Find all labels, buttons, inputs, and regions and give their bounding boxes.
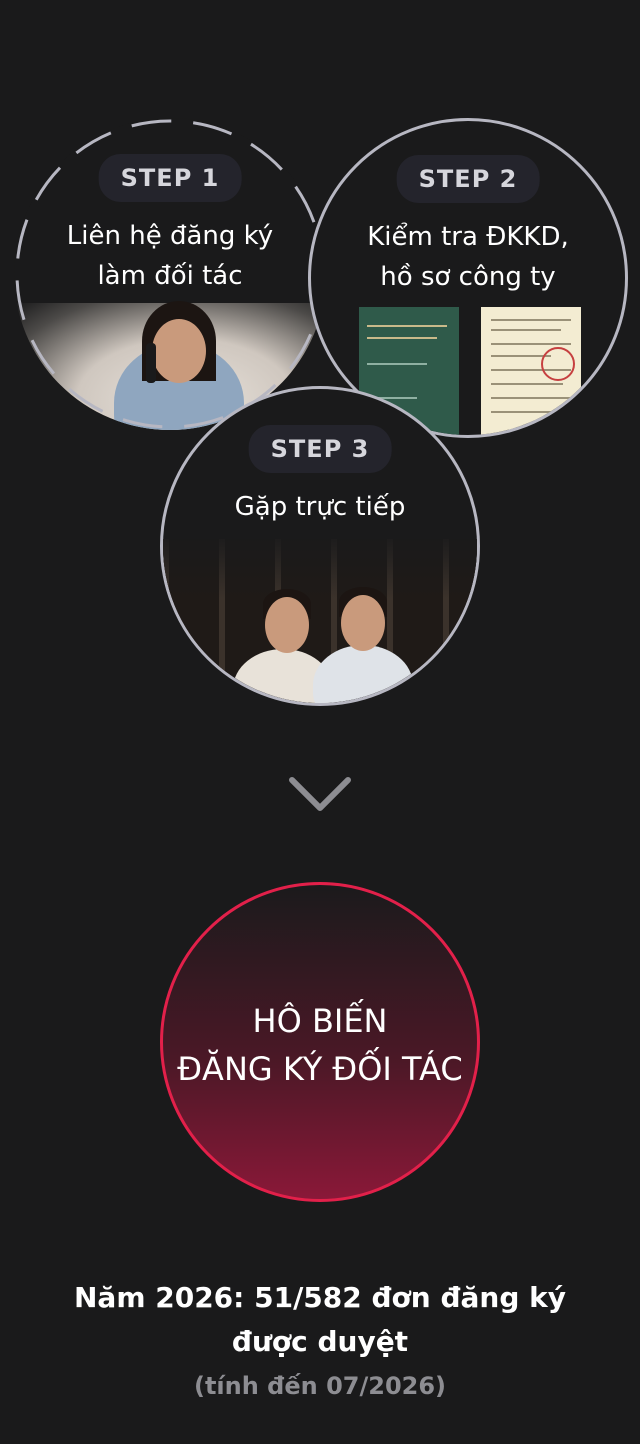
chevron-down-icon [289, 777, 351, 811]
register-partner-button[interactable]: HÔ BIẾN ĐĂNG KÝ ĐỐI TÁC [160, 882, 480, 1202]
person-right-shirt [313, 645, 413, 703]
step-2-title-line2: hồ sơ công ty [380, 262, 556, 292]
summary-note: (tính đến 07/2026) [193, 1372, 447, 1400]
step-3-card: STEP 3 Gặp trực tiếp [160, 386, 480, 706]
person-face [152, 319, 206, 383]
step-3-title: Gặp trực tiếp [234, 492, 406, 522]
step-2-title-line1: Kiểm tra ĐKKD, [367, 222, 569, 252]
person-right-face [341, 595, 385, 651]
step-2-title: Kiểm tra ĐKKD, hồ sơ công ty [311, 217, 625, 297]
step-1-title-line1: Liên hệ đăng ký [66, 221, 274, 251]
step-3-photo [163, 539, 477, 703]
step-1-title-line2: làm đối tác [97, 261, 243, 291]
phone-icon [146, 343, 156, 383]
person-left-face [265, 597, 309, 653]
stamp-icon [541, 347, 575, 381]
step-1-badge: STEP 1 [98, 154, 242, 202]
step-3-badge: STEP 3 [248, 425, 392, 473]
cta-line1: HÔ BIẾN [252, 1002, 388, 1040]
step-2-badge: STEP 2 [396, 155, 540, 203]
cta-line2: ĐĂNG KÝ ĐỐI TÁC [177, 1050, 463, 1088]
step-1-title: Liên hệ đăng ký làm đối tác [14, 216, 326, 296]
summary-line1: Năm 2026: 51/582 đơn đăng ký [73, 1281, 566, 1314]
summary-line2: được duyệt [231, 1325, 409, 1358]
step-1-card: STEP 1 Liên hệ đăng ký làm đối tác [14, 118, 326, 430]
business-license-document [481, 307, 581, 435]
